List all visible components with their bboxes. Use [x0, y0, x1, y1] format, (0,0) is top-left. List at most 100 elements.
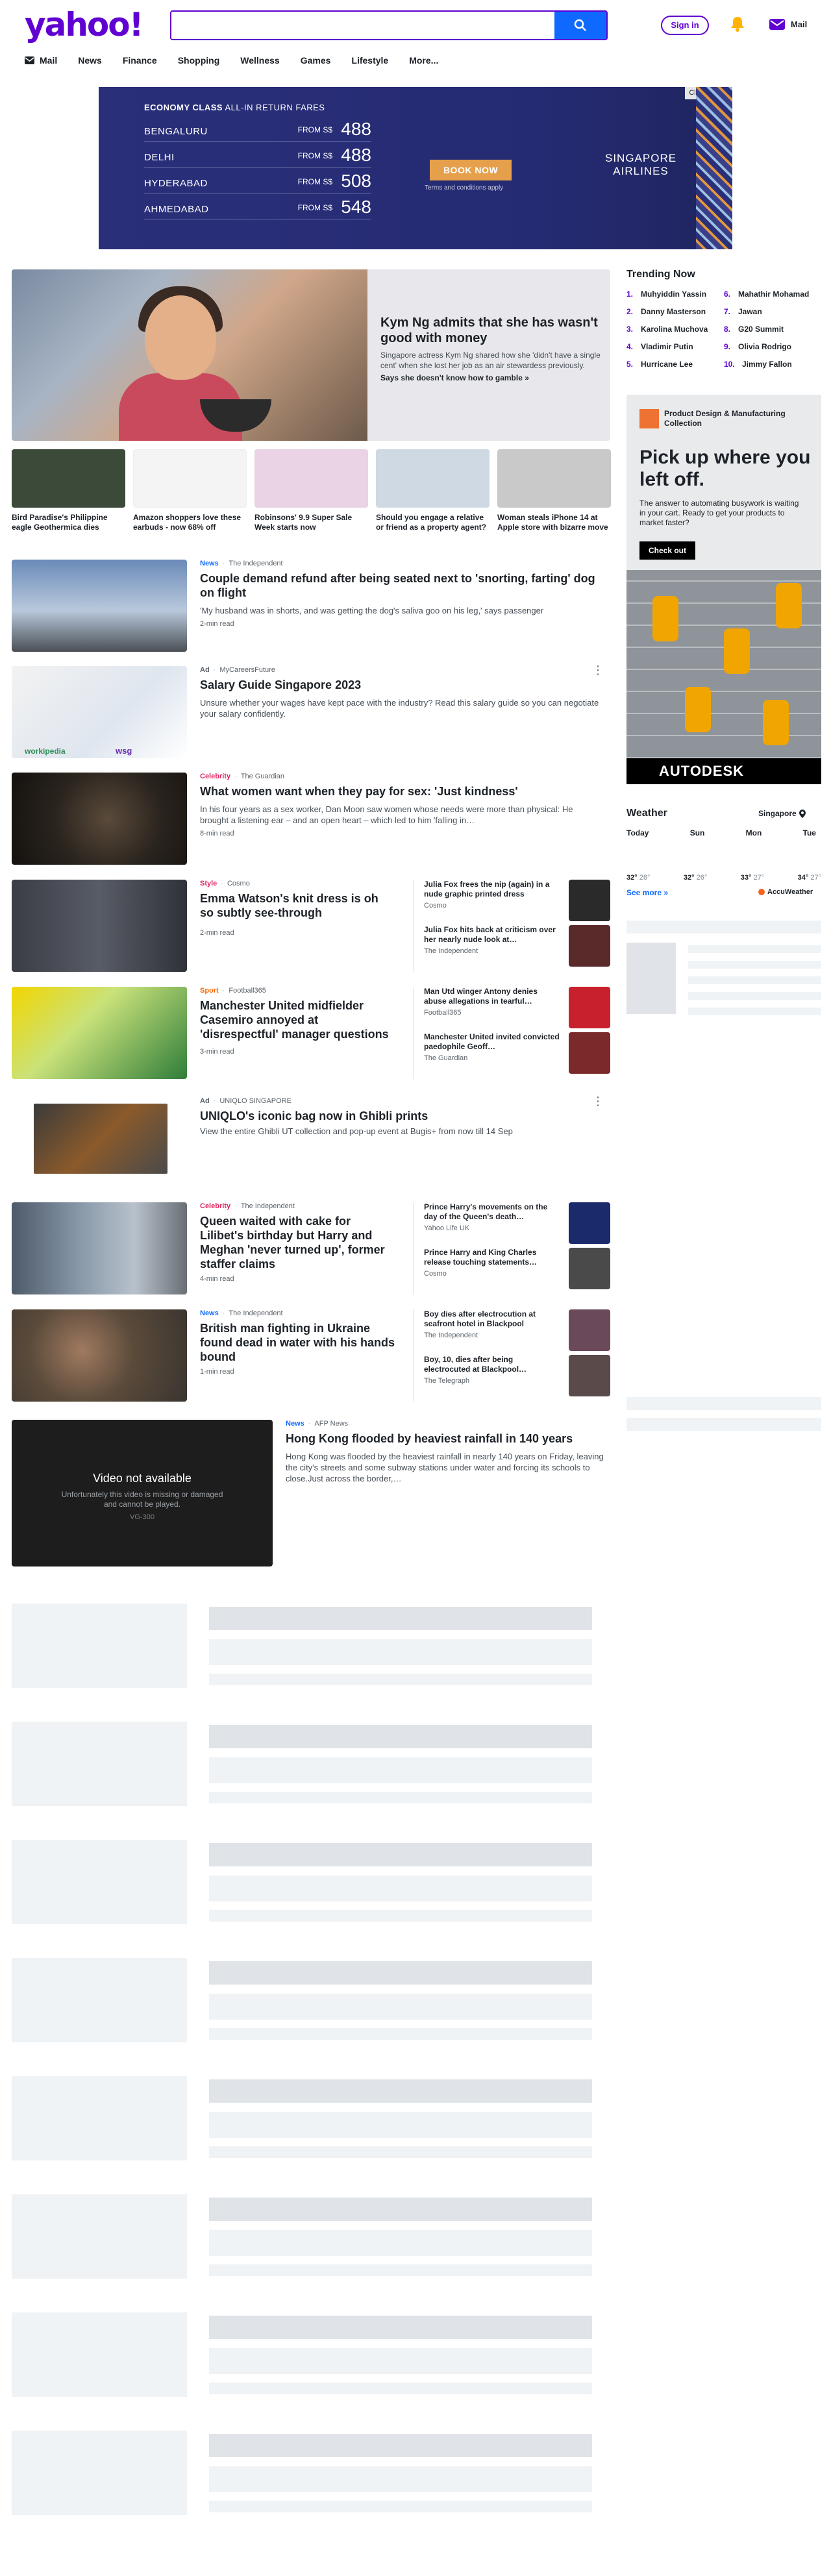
nav-more[interactable]: More...: [409, 55, 438, 66]
story-image[interactable]: [12, 987, 187, 1079]
fare-row: BENGALURU FROM S$ 488: [144, 116, 371, 142]
ad-headline: Pick up where you left off.: [639, 447, 811, 490]
loading-placeholder: [688, 945, 821, 953]
related-item[interactable]: Prince Harry's movements on the day of t…: [424, 1202, 610, 1248]
loading-placeholder: [209, 1757, 592, 1783]
story-item[interactable]: News · The Independent Couple demand refun…: [12, 560, 610, 652]
story-title[interactable]: UNIQLO's iconic bag now in Ghibli prints: [200, 1109, 602, 1123]
mail-link[interactable]: Mail: [769, 17, 807, 31]
checkout-button[interactable]: Check out: [639, 541, 696, 560]
loading-placeholder: [688, 1008, 821, 1015]
story-item[interactable]: Celebrity · The Independent Queen waited w…: [200, 1202, 395, 1283]
thumb-story[interactable]: Bird Paradise's Philippine eagle Geother…: [12, 449, 125, 532]
related-item[interactable]: Boy dies after electrocution at seafront…: [424, 1309, 610, 1355]
nav-shopping[interactable]: Shopping: [178, 55, 220, 66]
story-title[interactable]: Manchester United midfielder Casemiro an…: [200, 998, 395, 1041]
story-item[interactable]: Celebrity · The Guardian What women want w…: [12, 773, 610, 865]
autodesk-ad[interactable]: Product Design & Manufacturing Collectio…: [626, 395, 821, 784]
story-title[interactable]: Hong Kong flooded by heaviest rainfall i…: [286, 1431, 610, 1446]
thumb-image: [254, 449, 368, 508]
video-player[interactable]: Video not available Unfortunately this v…: [12, 1420, 273, 1567]
thumb-story[interactable]: Amazon shoppers love these earbuds - now…: [133, 449, 247, 532]
related-list: Boy dies after electrocution at seafront…: [413, 1309, 610, 1402]
story-title[interactable]: What women want when they pay for sex: '…: [200, 784, 602, 799]
story-image[interactable]: [12, 1309, 187, 1402]
story-image[interactable]: [12, 880, 187, 972]
search-button[interactable]: [554, 12, 606, 39]
trending-item[interactable]: 1. Muhyiddin Yassin: [626, 290, 724, 307]
related-item[interactable]: Man Utd winger Antony denies abuse alleg…: [424, 987, 610, 1032]
loading-placeholder: [209, 1876, 592, 1901]
signin-button[interactable]: Sign in: [661, 16, 709, 35]
see-more-weather-link[interactable]: See more »: [626, 888, 668, 897]
story-title[interactable]: Salary Guide Singapore 2023: [200, 678, 602, 692]
loading-placeholder: [626, 1418, 821, 1431]
nav-lifestyle[interactable]: Lifestyle: [351, 55, 388, 66]
singapore-airlines-ad[interactable]: Close ad ✕ ECONOMY CLASS ALL-IN RETURN F…: [99, 87, 732, 249]
loading-placeholder: [209, 2466, 592, 2492]
story-meta: News · The Independent: [200, 1309, 283, 1317]
autodesk-brand: AUTODESK: [626, 758, 821, 784]
trending-item[interactable]: 7. Jawan: [724, 307, 821, 325]
read-time: 4-min read: [200, 1275, 234, 1283]
trending-item[interactable]: 6. Mahathir Mohamad: [724, 290, 821, 307]
ad-illustration: [626, 570, 821, 758]
thumb-strip: Bird Paradise's Philippine eagle Geother…: [12, 449, 611, 532]
nav-finance[interactable]: Finance: [123, 55, 157, 66]
trending-item[interactable]: 5. Hurricane Lee: [626, 360, 724, 377]
story-title[interactable]: British man fighting in Ukraine found de…: [200, 1321, 395, 1364]
nav-mail[interactable]: Mail: [25, 55, 57, 66]
nav-wellness[interactable]: Wellness: [240, 55, 279, 66]
sponsored-story[interactable]: Ad · UNIQLO SINGAPORE UNIQLO's iconic bag …: [12, 1095, 610, 1175]
story-image[interactable]: [12, 1202, 187, 1294]
thumb-story[interactable]: Woman steals iPhone 14 at Apple store wi…: [497, 449, 611, 532]
related-item[interactable]: Manchester United invited convicted paed…: [424, 1032, 610, 1078]
hero-title[interactable]: Kym Ng admits that she has wasn't good w…: [380, 315, 601, 346]
story-item[interactable]: Style · Cosmo Emma Watson's knit dress is …: [200, 880, 395, 937]
story-title[interactable]: Emma Watson's knit dress is oh so subtly…: [200, 891, 395, 920]
search-input[interactable]: [171, 12, 554, 39]
story-item[interactable]: News · AFP News Hong Kong flooded by heavi…: [286, 1420, 610, 1484]
loading-placeholder: [209, 2264, 592, 2276]
notification-bell-icon[interactable]: [730, 16, 745, 36]
loading-placeholder: [12, 2076, 187, 2161]
loading-placeholder: [209, 1639, 592, 1665]
trending-item[interactable]: 9. Olivia Rodrigo: [724, 342, 821, 360]
related-item[interactable]: Julia Fox hits back at criticism over he…: [424, 925, 610, 971]
yahoo-logo[interactable]: yahoo!: [25, 5, 143, 44]
thumb-story[interactable]: Robinsons' 9.9 Super Sale Week starts no…: [254, 449, 368, 532]
trending-item[interactable]: 2. Danny Masterson: [626, 307, 724, 325]
related-list: Julia Fox frees the nip (again) in a nud…: [413, 880, 610, 972]
loading-placeholder: [209, 2230, 592, 2256]
weather-location[interactable]: Singapore: [758, 809, 806, 818]
nav-news[interactable]: News: [78, 55, 102, 66]
sponsored-story[interactable]: workipedia wsg Ad · MyCareersFuture Salary…: [12, 664, 610, 758]
story-item[interactable]: News · The Independent British man fightin…: [200, 1309, 395, 1376]
story-title[interactable]: Queen waited with cake for Lilibet's bir…: [200, 1214, 395, 1271]
story-item[interactable]: Sport · Football365 Manchester United midf…: [200, 987, 395, 1056]
related-item[interactable]: Boy, 10, dies after being electrocuted a…: [424, 1355, 610, 1400]
loading-placeholder: [626, 921, 821, 934]
book-now-button[interactable]: BOOK NOW: [430, 160, 512, 180]
nav-games[interactable]: Games: [301, 55, 331, 66]
hero-story[interactable]: Kym Ng admits that she has wasn't good w…: [12, 269, 610, 441]
loading-placeholder: [12, 1604, 187, 1688]
fare-row: AHMEDABAD FROM S$ 548: [144, 193, 371, 219]
more-options-icon[interactable]: ⋮: [592, 664, 604, 676]
related-item[interactable]: Prince Harry and King Charles release to…: [424, 1248, 610, 1293]
loading-placeholder: [209, 1843, 592, 1866]
thumb-story[interactable]: Should you engage a relative or friend a…: [376, 449, 490, 532]
search-box: [170, 10, 608, 40]
trending-item[interactable]: 10. Jimmy Fallon: [724, 360, 821, 377]
story-image: [12, 773, 187, 865]
hero-link[interactable]: Says she doesn't know how to gamble »: [380, 373, 601, 382]
related-item[interactable]: Julia Fox frees the nip (again) in a nud…: [424, 880, 610, 925]
trending-item[interactable]: 3. Karolina Muchova: [626, 325, 724, 342]
related-thumb: [569, 1202, 610, 1244]
read-time: 2-min read: [200, 929, 234, 937]
trending-item[interactable]: 4. Vladimir Putin: [626, 342, 724, 360]
more-options-icon[interactable]: ⋮: [592, 1095, 604, 1107]
story-desc: Hong Kong was flooded by the heaviest ra…: [286, 1452, 604, 1483]
trending-item[interactable]: 8. G20 Summit: [724, 325, 821, 342]
story-title[interactable]: Couple demand refund after being seated …: [200, 571, 602, 600]
